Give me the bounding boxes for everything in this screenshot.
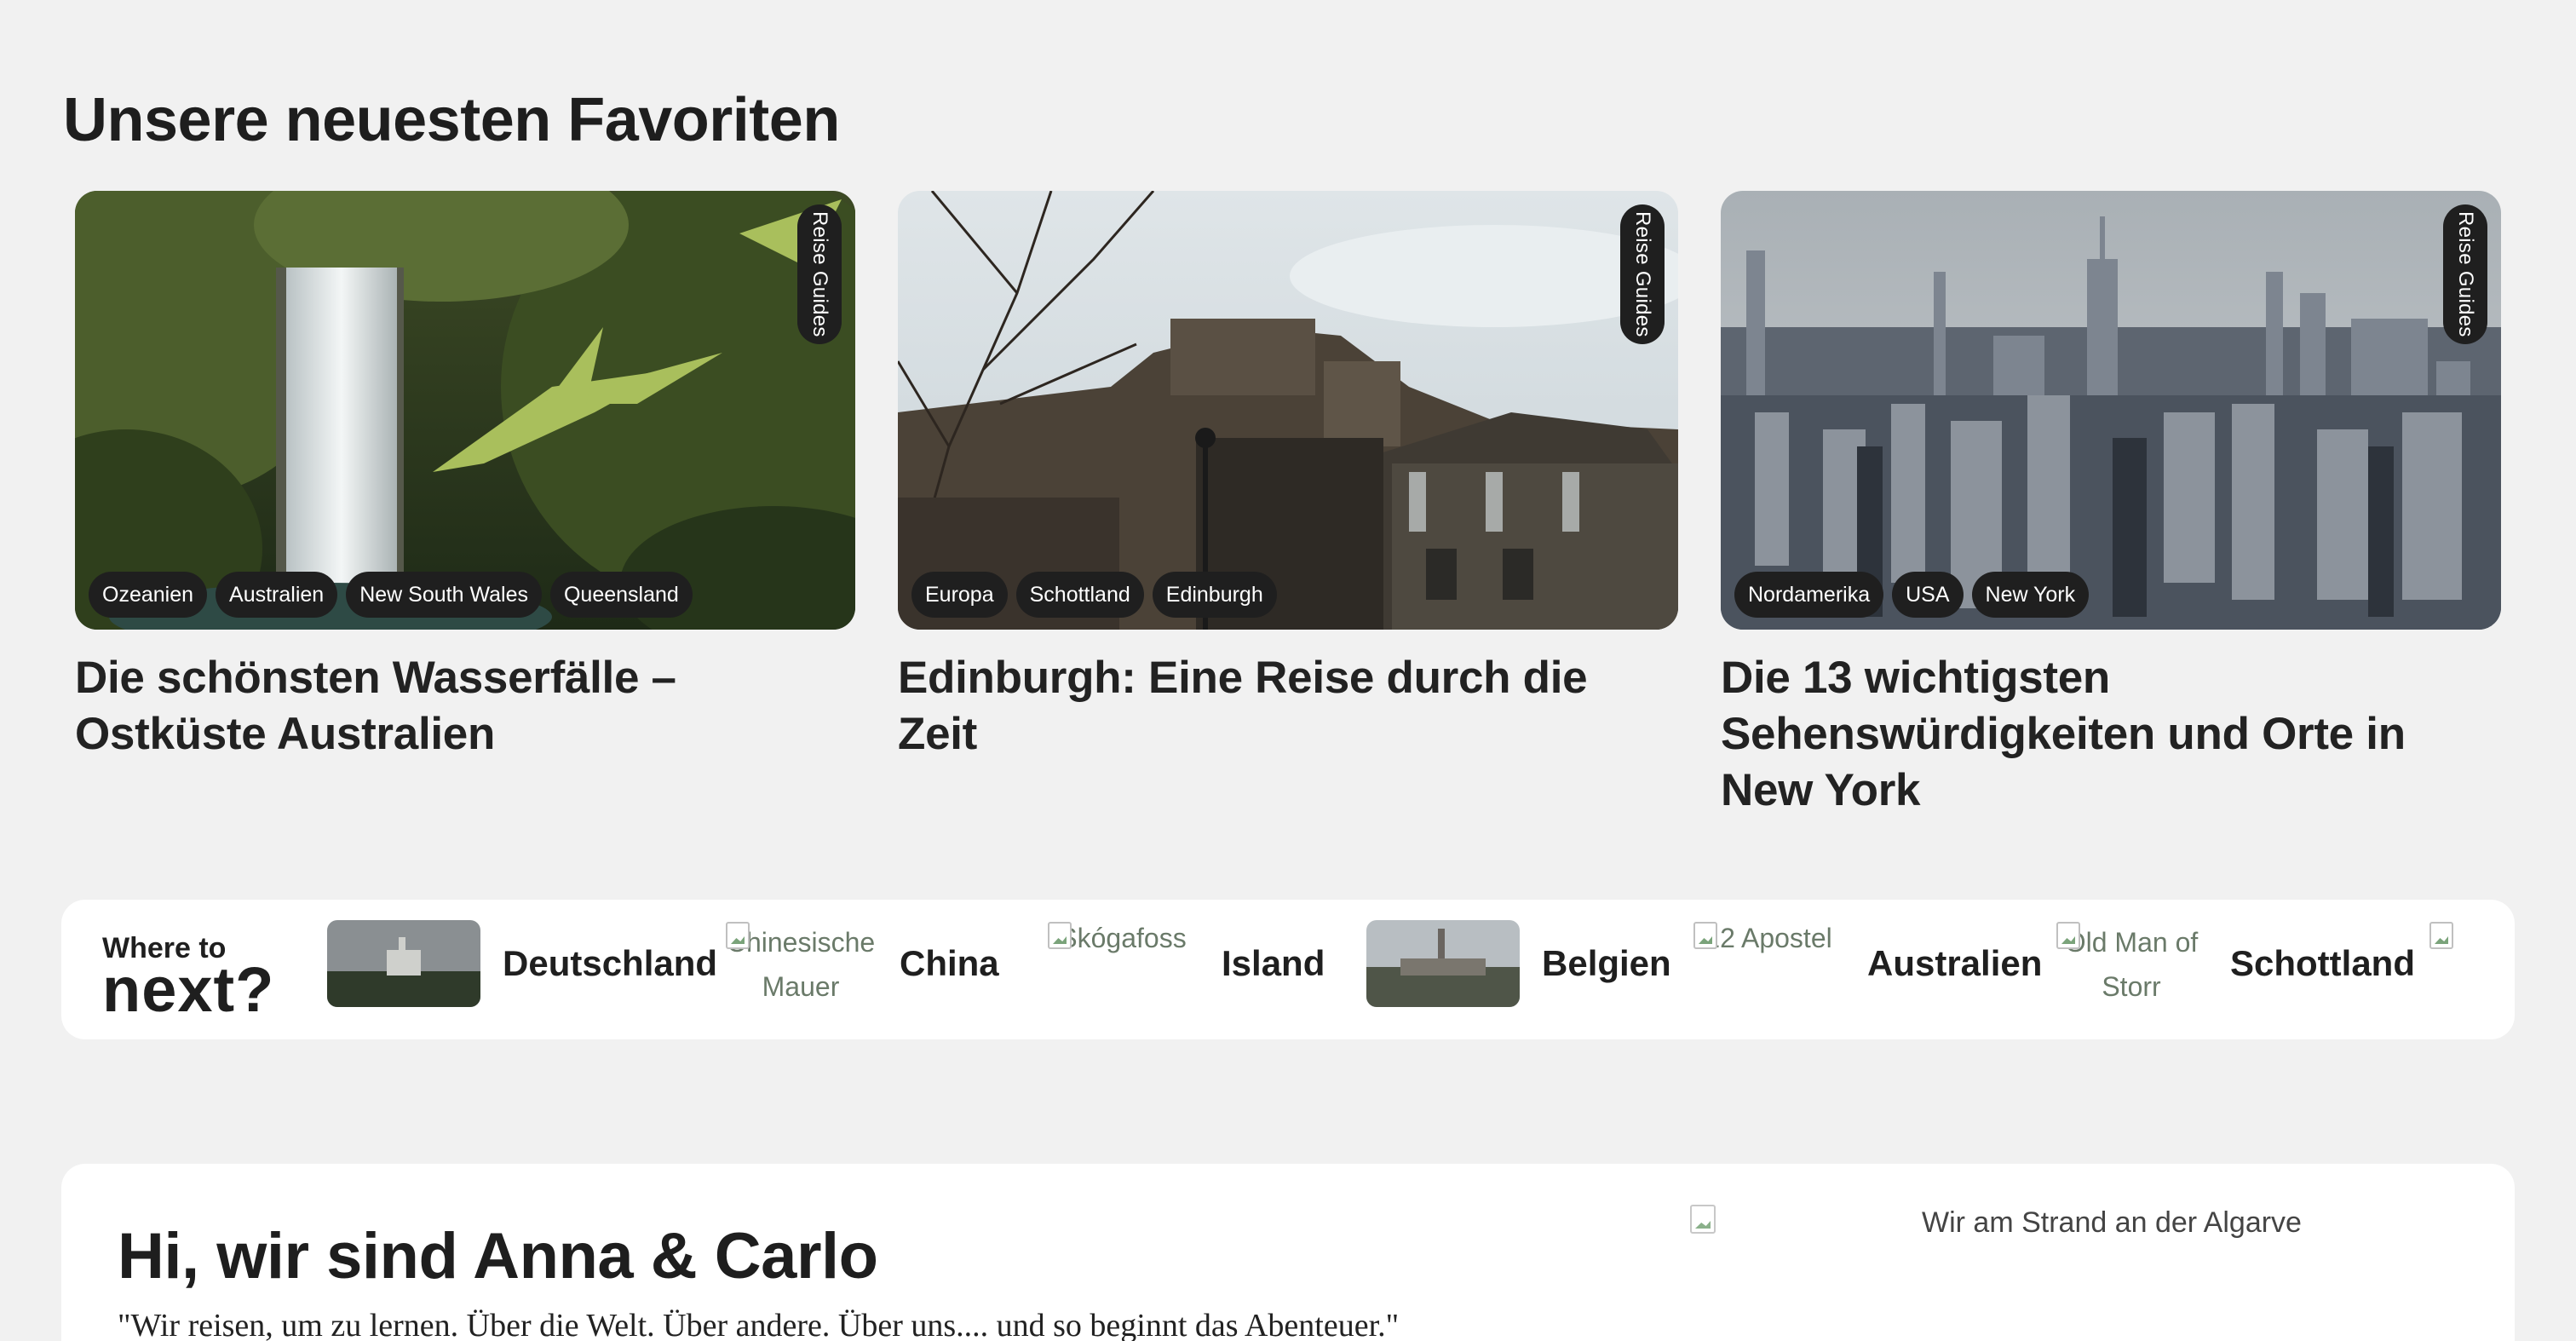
destination-thumb[interactable] (1366, 920, 1520, 1007)
broken-image-icon (2429, 922, 2453, 949)
tag-pill[interactable]: Australien (216, 572, 338, 618)
favorites-cards: Reise Guides Ozeanien Australien New Sou… (75, 191, 2501, 815)
destination-deutschland[interactable]: Deutschland (327, 920, 717, 1007)
image-alt-text: Skógafoss (1059, 923, 1187, 953)
article-title[interactable]: Die 13 wichtigsten Sehenswürdigkeiten un… (1721, 650, 2501, 819)
tag-pill[interactable]: New South Wales (346, 572, 542, 618)
article-title[interactable]: Edinburgh: Eine Reise durch die Zeit (898, 650, 1678, 763)
category-badge[interactable]: Reise Guides (1620, 204, 1665, 344)
destination-thumb-broken[interactable]: Chinesische Mauer (724, 920, 877, 1007)
destination-name[interactable]: Deutschland (503, 943, 717, 984)
tag-pill[interactable]: New York (1971, 572, 2090, 618)
broken-image-icon (1690, 1205, 1716, 1234)
tag-pill[interactable]: Europa (911, 572, 1008, 618)
destination-name[interactable]: China (900, 943, 999, 984)
tag-list: Ozeanien Australien New South Wales Quee… (89, 572, 693, 618)
tag-list: Europa Schottland Edinburgh (911, 572, 1277, 618)
tag-pill[interactable]: Ozeanien (89, 572, 208, 618)
destination-thumb-broken[interactable] (2428, 920, 2479, 1007)
category-badge[interactable]: Reise Guides (2443, 204, 2487, 344)
tag-pill[interactable]: Nordamerika (1734, 572, 1884, 618)
tag-list: Nordamerika USA New York (1734, 572, 2090, 618)
tag-pill[interactable]: Queensland (549, 572, 693, 618)
broken-image-icon (2056, 922, 2080, 949)
article-card-new-york[interactable]: Reise Guides Nordamerika USA New York Di… (1721, 191, 2501, 819)
about-quote: "Wir reisen, um zu lernen. Über die Welt… (118, 1308, 1400, 1341)
destination-china[interactable]: Chinesische Mauer China (724, 920, 999, 1007)
image-alt-text: Old Man of Storr (2064, 927, 2199, 1002)
destination-belgien[interactable]: Belgien (1366, 920, 1671, 1007)
destination-thumb[interactable] (327, 920, 480, 1007)
article-image-waterfalls[interactable]: Reise Guides Ozeanien Australien New Sou… (75, 191, 855, 630)
about-photo-broken: Wir am Strand an der Algarve (1690, 1205, 2423, 1256)
destination-thumb-broken[interactable]: 12 Apostel (1692, 920, 1845, 1007)
destination-island[interactable]: Skógafoss Island (1046, 920, 1325, 1007)
article-card-waterfalls[interactable]: Reise Guides Ozeanien Australien New Sou… (75, 191, 855, 763)
destination-schottland[interactable]: Old Man of Storr Schottland (2055, 920, 2415, 1007)
article-image-new-york[interactable]: Reise Guides Nordamerika USA New York (1721, 191, 2501, 630)
tag-pill[interactable]: Schottland (1015, 572, 1144, 618)
about-heading: Hi, wir sind Anna & Carlo (118, 1220, 878, 1292)
section-title: Unsere neuesten Favoriten (63, 86, 840, 154)
article-image-edinburgh[interactable]: Reise Guides Europa Schottland Edinburgh (898, 191, 1678, 630)
broken-image-icon (1693, 922, 1717, 949)
tag-pill[interactable]: USA (1892, 572, 1964, 618)
where-to-next-strip: Where to next? Deutschland Chinesische M… (61, 900, 2515, 1039)
article-card-edinburgh[interactable]: Reise Guides Europa Schottland Edinburgh… (898, 191, 1678, 763)
destination-partial[interactable] (2428, 920, 2479, 1007)
destination-thumb-broken[interactable]: Old Man of Storr (2055, 920, 2208, 1007)
broken-image-icon (1048, 922, 1072, 949)
destination-name[interactable]: Island (1222, 943, 1325, 984)
image-alt-text: Wir am Strand an der Algarve (1922, 1206, 2302, 1239)
destination-name[interactable]: Australien (1867, 943, 2042, 984)
image-alt-text: 12 Apostel (1705, 923, 1832, 953)
destination-australien[interactable]: 12 Apostel Australien (1692, 920, 2042, 1007)
article-title[interactable]: Die schönsten Wasserfälle – Ostküste Aus… (75, 650, 855, 763)
tag-pill[interactable]: Edinburgh (1152, 572, 1277, 618)
destination-thumb-broken[interactable]: Skógafoss (1046, 920, 1199, 1007)
destination-name[interactable]: Belgien (1542, 943, 1671, 984)
destination-name[interactable]: Schottland (2230, 943, 2415, 984)
broken-image-icon (726, 922, 750, 949)
about-section: Hi, wir sind Anna & Carlo "Wir reisen, u… (61, 1164, 2515, 1341)
where-to-next-logo: Where to next? (102, 934, 275, 1025)
where-to-line2: next? (102, 954, 275, 1025)
category-badge[interactable]: Reise Guides (797, 204, 842, 344)
